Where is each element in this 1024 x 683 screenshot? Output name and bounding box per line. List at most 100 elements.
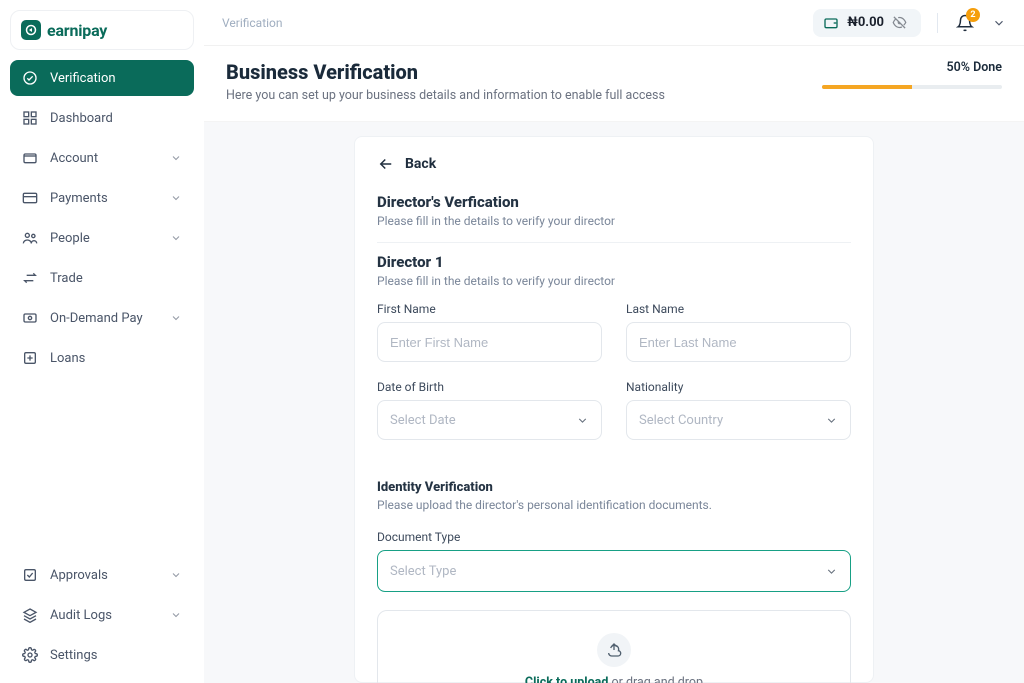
sidebar-item-verification[interactable]: Verification <box>10 60 194 96</box>
back-button[interactable]: Back <box>377 155 851 173</box>
sidebar-item-label: Dashboard <box>50 111 113 126</box>
check-badge-icon <box>22 70 38 86</box>
nationality-select[interactable]: Select Country <box>626 400 851 440</box>
progress-fill <box>822 85 912 89</box>
group-subtitle: Please fill in the details to verify you… <box>377 274 851 288</box>
field-nationality: Nationality Select Country <box>626 380 851 440</box>
field-last-name: Last Name <box>626 302 851 362</box>
grid-icon <box>22 110 38 126</box>
wallet-icon <box>823 15 839 31</box>
wallet-icon <box>22 150 38 166</box>
chevron-down-icon <box>576 414 589 427</box>
form-card: Back Director's Verfication Please fill … <box>354 136 874 683</box>
identity-subtitle: Please upload the director's personal id… <box>377 498 851 512</box>
back-label: Back <box>405 156 436 172</box>
sidebar-item-approvals[interactable]: Approvals <box>10 557 194 593</box>
main-column: Verification ₦0.00 2 Business Verificati… <box>204 0 1024 683</box>
dob-label: Date of Birth <box>377 380 602 394</box>
divider <box>377 242 851 243</box>
field-document-type: Document Type Select Type <box>377 530 851 592</box>
identity-section: Identity Verification Please upload the … <box>377 458 851 512</box>
gear-icon <box>22 647 38 663</box>
doc-type-placeholder: Select Type <box>390 564 456 579</box>
exchange-icon <box>22 270 38 286</box>
group-title: Director 1 <box>377 253 851 271</box>
page-title: Business Verification <box>226 60 665 84</box>
sidebar-item-label: Approvals <box>50 568 108 583</box>
chevron-down-icon <box>170 192 182 204</box>
chevron-down-icon <box>170 609 182 621</box>
page-subtitle: Here you can set up your business detail… <box>226 88 665 103</box>
sidebar-item-label: On-Demand Pay <box>50 311 143 326</box>
upload-rest: or drag and drop <box>608 675 703 683</box>
sidebar-item-label: Audit Logs <box>50 608 112 623</box>
sidebar-item-label: Loans <box>50 351 85 366</box>
last-name-label: Last Name <box>626 302 851 316</box>
field-first-name: First Name <box>377 302 602 362</box>
identity-title: Identity Verification <box>377 480 851 495</box>
chevron-down-icon <box>170 569 182 581</box>
content-stage: Back Director's Verfication Please fill … <box>204 122 1024 683</box>
upload-icon <box>597 633 631 667</box>
doc-type-select[interactable]: Select Type <box>377 550 851 592</box>
sidebar-item-on-demand-pay[interactable]: On-Demand Pay <box>10 300 194 336</box>
sidebar-item-settings[interactable]: Settings <box>10 637 194 673</box>
upload-cta: Click to upload <box>525 675 608 683</box>
balance-pill[interactable]: ₦0.00 <box>813 9 921 37</box>
loans-icon <box>22 350 38 366</box>
sidebar-item-audit-logs[interactable]: Audit Logs <box>10 597 194 633</box>
doc-type-label: Document Type <box>377 530 851 544</box>
chevron-down-icon <box>170 232 182 244</box>
sidebar-item-label: Verification <box>50 71 116 86</box>
sidebar-nav-top: Verification Dashboard Account Payments <box>10 60 194 376</box>
approvals-icon <box>22 567 38 583</box>
profile-menu-button[interactable] <box>992 16 1006 30</box>
brand-mark-icon <box>21 20 41 40</box>
nationality-placeholder: Select Country <box>639 413 723 428</box>
page-header: Business Verification Here you can set u… <box>204 46 1024 122</box>
chevron-down-icon <box>825 565 838 578</box>
sidebar-item-account[interactable]: Account <box>10 140 194 176</box>
layers-icon <box>22 607 38 623</box>
upload-text: Click to upload or drag and drop <box>378 675 850 683</box>
first-name-input[interactable] <box>377 322 602 362</box>
sidebar-nav-bottom: Approvals Audit Logs Settings <box>10 557 194 673</box>
dob-placeholder: Select Date <box>390 413 456 428</box>
notifications-button[interactable]: 2 <box>954 12 976 34</box>
brand-name: earnipay <box>47 21 107 40</box>
chevron-down-icon <box>825 414 838 427</box>
balance-amount: ₦0.00 <box>847 15 884 30</box>
eye-off-icon <box>892 15 907 30</box>
sidebar: earnipay Verification Dashboard Account <box>0 0 204 683</box>
chevron-down-icon <box>170 312 182 324</box>
upload-dropzone[interactable]: Click to upload or drag and drop <box>377 610 851 683</box>
divider <box>937 13 938 33</box>
sidebar-item-label: People <box>50 231 90 246</box>
sidebar-item-loans[interactable]: Loans <box>10 340 194 376</box>
sidebar-item-label: Trade <box>50 271 83 286</box>
last-name-input[interactable] <box>626 322 851 362</box>
brand-logo[interactable]: earnipay <box>10 10 194 50</box>
notification-count-badge: 2 <box>966 8 980 22</box>
field-dob: Date of Birth Select Date <box>377 380 602 440</box>
nationality-label: Nationality <box>626 380 851 394</box>
first-name-label: First Name <box>377 302 602 316</box>
sidebar-item-payments[interactable]: Payments <box>10 180 194 216</box>
section-title: Director's Verfication <box>377 193 851 211</box>
progress-bar <box>822 85 1002 89</box>
sidebar-item-label: Account <box>50 151 98 166</box>
progress-label: 50% Done <box>822 60 1002 75</box>
progress-block: 50% Done <box>822 60 1002 89</box>
topbar: Verification ₦0.00 2 <box>204 0 1024 46</box>
sidebar-item-dashboard[interactable]: Dashboard <box>10 100 194 136</box>
sidebar-item-people[interactable]: People <box>10 220 194 256</box>
people-icon <box>22 230 38 246</box>
dob-select[interactable]: Select Date <box>377 400 602 440</box>
sidebar-item-trade[interactable]: Trade <box>10 260 194 296</box>
chevron-down-icon <box>170 152 182 164</box>
sidebar-item-label: Settings <box>50 648 97 663</box>
card-icon <box>22 190 38 206</box>
sidebar-item-label: Payments <box>50 191 108 206</box>
director-form: First Name Last Name Date of Birth Selec… <box>377 302 851 592</box>
odp-icon <box>22 310 38 326</box>
